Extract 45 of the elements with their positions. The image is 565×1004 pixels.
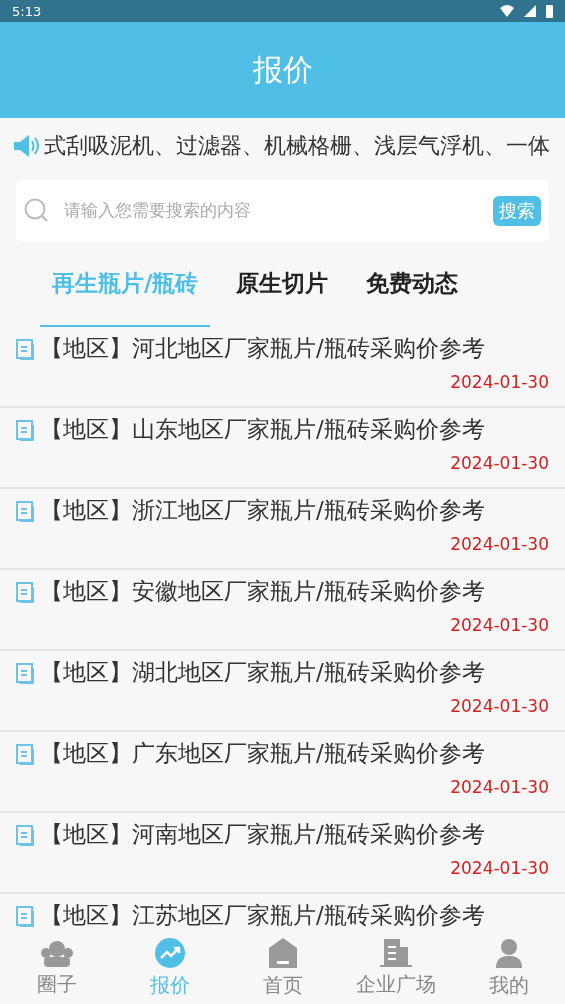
price-list-item[interactable]: 【地区】河南地区厂家瓶片/瓶砖采购价参考 2024-01-30: [0, 813, 565, 894]
battery-icon: [546, 4, 553, 18]
item-date: 2024-01-30: [450, 615, 549, 635]
category-tab[interactable]: 免费动态: [354, 242, 471, 327]
price-list-item[interactable]: 【地区】广东地区厂家瓶片/瓶砖采购价参考 2024-01-30: [0, 732, 565, 813]
document-icon: [16, 904, 36, 927]
document-icon: [16, 580, 36, 603]
item-date: 2024-01-30: [450, 858, 549, 878]
item-date: 2024-01-30: [450, 372, 549, 392]
trend-chart-icon: [154, 937, 185, 968]
person-icon: [493, 937, 524, 968]
page-title: 报价: [252, 50, 313, 89]
group-icon: [39, 938, 74, 967]
item-title: 【地区】山东地区厂家瓶片/瓶砖采购价参考: [40, 415, 485, 444]
speaker-icon: [14, 134, 40, 158]
price-list-item[interactable]: 【地区】河北地区厂家瓶片/瓶砖采购价参考 2024-01-30: [0, 327, 565, 408]
item-title: 【地区】河北地区厂家瓶片/瓶砖采购价参考: [40, 334, 485, 363]
item-date: 2024-01-30: [450, 696, 549, 716]
item-date: 2024-01-30: [450, 777, 549, 797]
item-title: 【地区】江苏地区厂家瓶片/瓶砖采购价参考: [40, 901, 485, 930]
signal-icon: [524, 5, 536, 17]
document-icon: [16, 418, 36, 441]
item-title: 【地区】河南地区厂家瓶片/瓶砖采购价参考: [40, 820, 485, 849]
document-icon: [16, 823, 36, 846]
item-date: 2024-01-30: [450, 534, 549, 554]
home-icon: [268, 937, 297, 968]
item-title: 【地区】湖北地区厂家瓶片/瓶砖采购价参考: [40, 658, 485, 687]
building-icon: [379, 938, 412, 967]
search-icon: [24, 198, 50, 224]
document-icon: [16, 499, 36, 522]
price-list-item[interactable]: 【地区】安徽地区厂家瓶片/瓶砖采购价参考 2024-01-30: [0, 570, 565, 651]
category-tab[interactable]: 原生切片: [224, 242, 341, 327]
status-time: 5:13: [12, 3, 42, 19]
item-title: 【地区】广东地区厂家瓶片/瓶砖采购价参考: [40, 739, 485, 768]
document-icon: [16, 661, 36, 684]
wifi-icon: [500, 5, 514, 17]
document-icon: [16, 337, 36, 360]
price-list-item[interactable]: 【地区】湖北地区厂家瓶片/瓶砖采购价参考 2024-01-30: [0, 651, 565, 732]
document-icon: [16, 742, 36, 765]
announcement-text: 式刮吸泥机、过滤器、机械格栅、浅层气浮机、一体: [44, 132, 550, 160]
item-title: 【地区】安徽地区厂家瓶片/瓶砖采购价参考: [40, 577, 485, 606]
item-title: 【地区】浙江地区厂家瓶片/瓶砖采购价参考: [40, 496, 485, 525]
price-list-item[interactable]: 【地区】山东地区厂家瓶片/瓶砖采购价参考 2024-01-30: [0, 408, 565, 489]
price-list-item[interactable]: 【地区】浙江地区厂家瓶片/瓶砖采购价参考 2024-01-30: [0, 489, 565, 570]
item-date: 2024-01-30: [450, 453, 549, 473]
